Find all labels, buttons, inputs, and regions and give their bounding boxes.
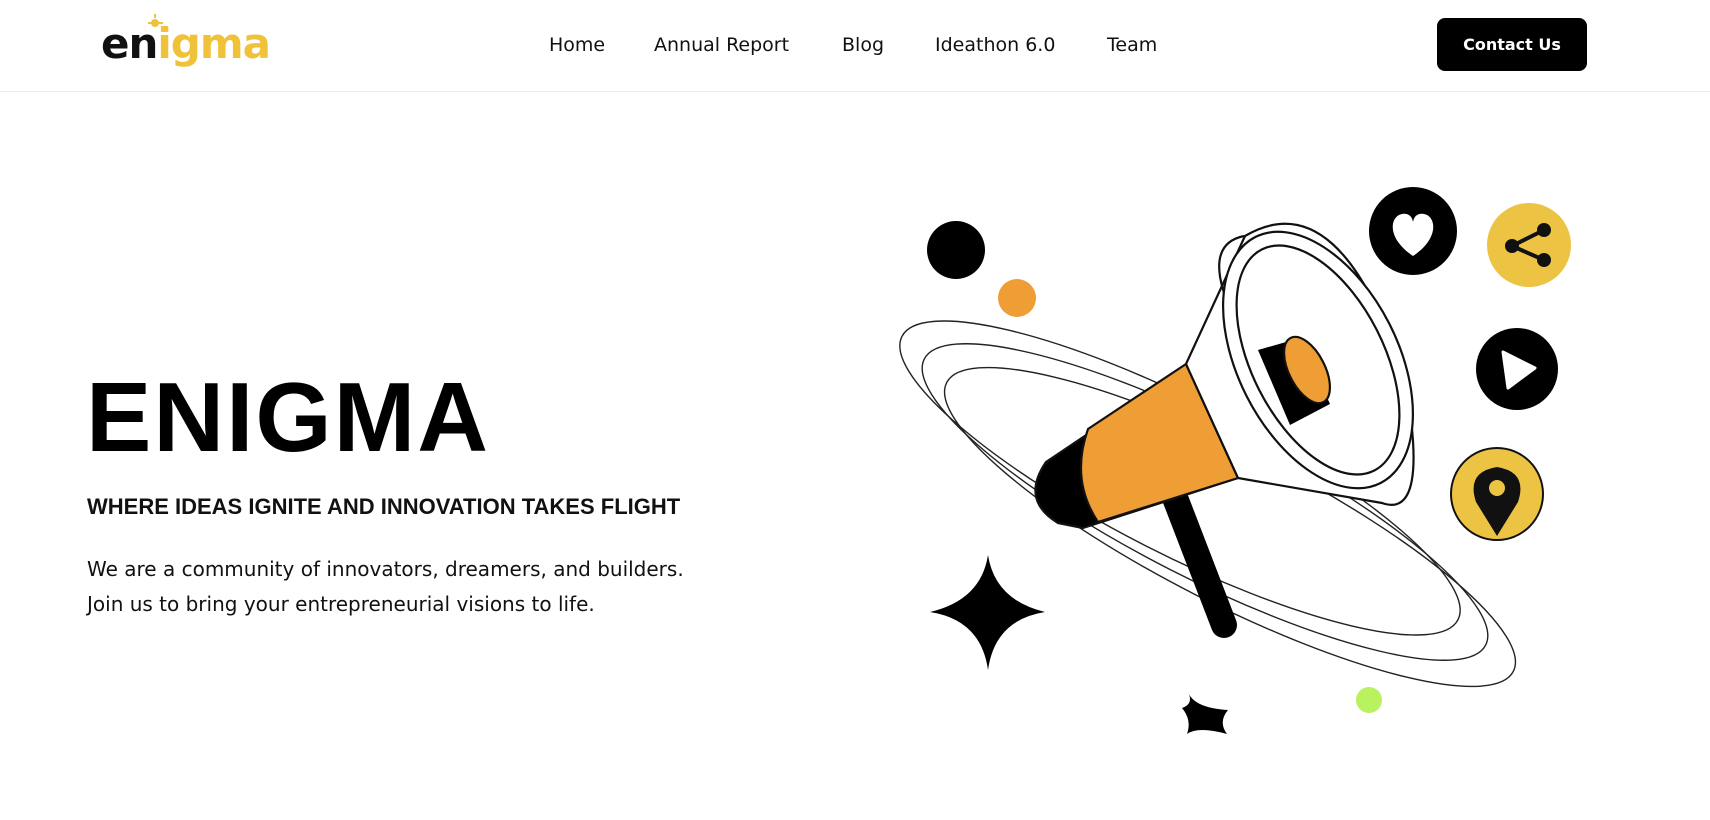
hero-description: We are a community of innovators, dreame…	[87, 552, 787, 622]
nav-team[interactable]: Team	[1107, 30, 1157, 60]
heart-icon	[1369, 187, 1457, 275]
star-icon	[930, 555, 1045, 670]
location-pin-icon	[1450, 447, 1544, 541]
black-dot	[927, 221, 985, 279]
hero-subtitle: WHERE IDEAS IGNITE AND INNOVATION TAKES …	[87, 494, 681, 519]
nav-home[interactable]: Home	[549, 30, 605, 60]
enigma-logo[interactable]: enigma	[100, 14, 271, 74]
megaphone-illustration	[899, 187, 1571, 734]
logo-wordmark: enigma	[101, 19, 271, 68]
contact-us-button[interactable]: Contact Us	[1437, 18, 1587, 71]
hero-description-line: Join us to bring your entrepreneurial vi…	[87, 592, 595, 616]
nav-annual-report[interactable]: Annual Report	[654, 30, 789, 60]
hero-description-line: We are a community of innovators, dreame…	[87, 557, 684, 581]
play-icon	[1476, 328, 1558, 410]
share-icon	[1487, 203, 1571, 287]
top-navbar: enigma Home Annual Report Blog Ideathon …	[0, 0, 1710, 92]
star-icon	[1182, 692, 1228, 734]
orange-dot	[998, 279, 1036, 317]
hero-title: ENIGMA	[86, 362, 490, 472]
nav-ideathon[interactable]: Ideathon 6.0	[935, 30, 1055, 60]
nav-blog[interactable]: Blog	[842, 30, 884, 60]
green-dot	[1356, 687, 1382, 713]
